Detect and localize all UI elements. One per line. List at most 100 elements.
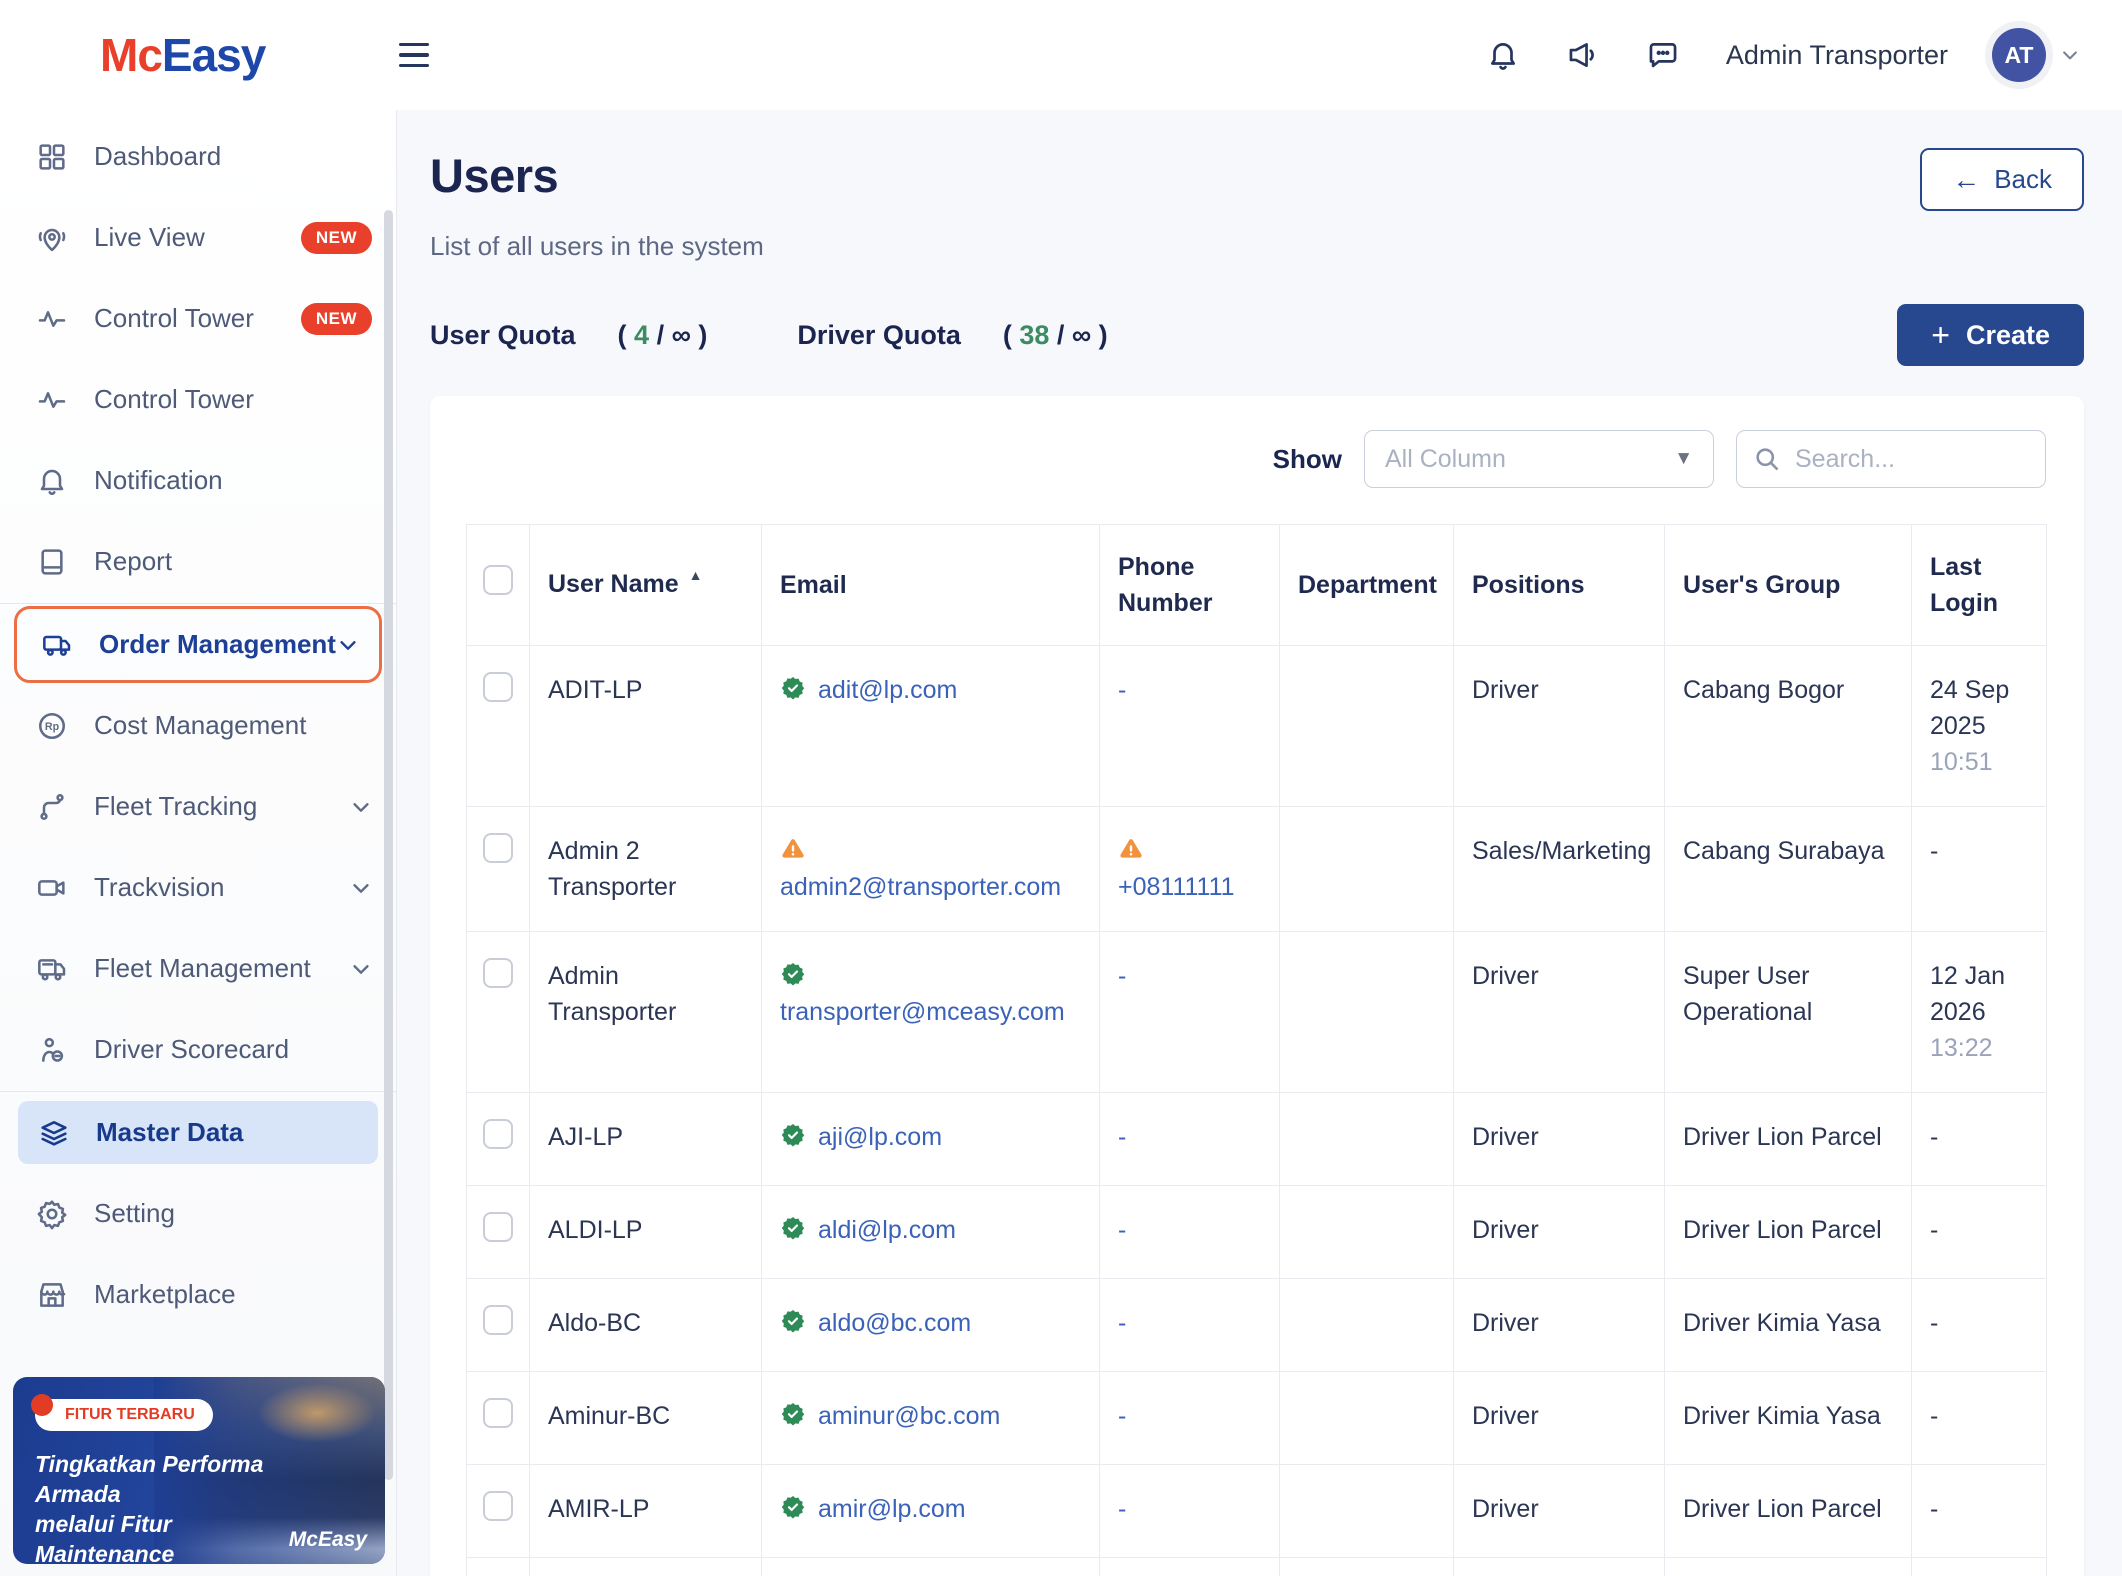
sidebar-divider (0, 603, 396, 604)
cell-phone-number: - (1099, 1464, 1280, 1558)
cell-users-group: Cabang Bogor (1664, 645, 1912, 807)
table-row: ALDI-LP aldi@lp.com - Driver Driver Lion Par… (466, 1185, 2047, 1279)
email-link[interactable]: amir@lp.com (818, 1495, 966, 1523)
quota-label: Driver Quota (797, 319, 961, 350)
rupiah-circle-icon: Rp (36, 710, 68, 742)
sidebar-item-fleet-management[interactable]: Fleet Management (0, 928, 396, 1009)
sidebar-item-fleet-tracking[interactable]: Fleet Tracking (0, 766, 396, 847)
phone-value: - (1118, 962, 1127, 990)
sidebar-item-notification[interactable]: Notification (0, 440, 396, 521)
cell-users-group: Driver Kimia Yasa (1664, 1557, 1912, 1576)
cell-last-login: - (1911, 1185, 2047, 1279)
quota-value: ( 4 / ∞ ) (617, 319, 708, 350)
cell-user-name: ADIT-LP (529, 645, 762, 807)
mceasy-logo[interactable]: McEasy (100, 28, 266, 82)
verified-badge-icon (780, 961, 806, 987)
quota-row: User Quota ( 4 / ∞ ) Driver Quota ( 38 / ∞ … (430, 304, 2084, 366)
last-login-date: - (1930, 1216, 1939, 1244)
verified-badge-icon (780, 675, 806, 701)
table-row: Admin Transporter transporter@mceasy.com -… (466, 931, 2047, 1093)
sidebar-item-control-tower[interactable]: Control Tower (0, 359, 396, 440)
quota-driver-quota: Driver Quota ( 38 / ∞ ) (797, 320, 1107, 351)
sidebar-item-master-data[interactable]: Master Data (18, 1101, 378, 1164)
column-header-user-s-group: User's Group (1664, 524, 1912, 646)
grid-icon (36, 141, 68, 173)
chevron-down-icon[interactable] (2060, 45, 2080, 65)
search-icon (1756, 448, 1779, 471)
sidebar-item-driver-scorecard[interactable]: Driver Scorecard (0, 1009, 396, 1090)
row-checkbox[interactable] (483, 1398, 513, 1428)
avatar[interactable]: AT (1992, 28, 2046, 82)
new-badge: NEW (300, 302, 372, 335)
cell-users-group: Driver Lion Parcel (1664, 1092, 1912, 1186)
column-header-user-name[interactable]: User Name ▲ (529, 524, 762, 646)
cell-users-group: Driver Lion Parcel (1664, 1464, 1912, 1558)
email-link[interactable]: transporter@mceasy.com (780, 998, 1065, 1026)
email-link[interactable]: admin2@transporter.com (780, 873, 1061, 901)
sidebar-scrollbar[interactable] (384, 210, 393, 1480)
cell-user-name: Anto-BC (529, 1557, 762, 1576)
cell-user-name: AJI-LP (529, 1092, 762, 1186)
email-link[interactable]: aminur@bc.com (818, 1402, 1000, 1430)
chat-message-icon[interactable] (1646, 38, 1680, 72)
logo-mc: Mc (100, 29, 163, 81)
sidebar-item-dashboard[interactable]: Dashboard (0, 116, 396, 197)
plus-icon: + (1931, 317, 1950, 353)
verified-badge-icon (780, 1122, 806, 1148)
row-checkbox[interactable] (483, 1305, 513, 1335)
select-all-checkbox[interactable] (483, 565, 513, 595)
sidebar-item-order-management[interactable]: Order Management (14, 606, 382, 683)
sort-ascending-icon[interactable]: ▲ (689, 567, 703, 583)
email-link[interactable]: aldo@bc.com (818, 1309, 971, 1337)
row-checkbox[interactable] (483, 1119, 513, 1149)
column-header-email: Email (761, 524, 1100, 646)
row-checkbox[interactable] (483, 1491, 513, 1521)
column-header-positions: Positions (1453, 524, 1665, 646)
last-login-date: 24 Sep 2025 (1930, 676, 2010, 740)
email-link[interactable]: aji@lp.com (818, 1123, 942, 1151)
cell-department (1279, 645, 1454, 807)
sidebar-item-control-tower[interactable]: Control Tower NEW (0, 278, 396, 359)
sidebar-item-cost-management[interactable]: Rp Cost Management (0, 685, 396, 766)
row-checkbox[interactable] (483, 672, 513, 702)
activity-icon (36, 303, 68, 335)
row-checkbox[interactable] (483, 1212, 513, 1242)
search-input[interactable] (1795, 444, 2025, 474)
sidebar-item-setting[interactable]: Setting (0, 1173, 396, 1254)
sidebar-item-label: Order Management (99, 629, 336, 659)
cell-last-login: - (1911, 1557, 2047, 1576)
email-link[interactable]: adit@lp.com (818, 676, 957, 704)
email-link[interactable]: aldi@lp.com (818, 1216, 956, 1244)
sidebar-item-live-view[interactable]: Live View NEW (0, 197, 396, 278)
header-actions: Admin Transporter AT (1486, 28, 2080, 82)
row-checkbox[interactable] (483, 958, 513, 988)
warning-badge-icon (1118, 836, 1144, 862)
sidebar-item-report[interactable]: Report (0, 521, 396, 602)
select-all-checkbox-cell[interactable] (466, 524, 530, 646)
cell-phone-number: - (1099, 1557, 1280, 1576)
back-button[interactable]: ← Back (1920, 148, 2084, 211)
row-checkbox-cell (466, 1278, 530, 1372)
row-checkbox[interactable] (483, 833, 513, 863)
cell-last-login: - (1911, 1371, 2047, 1465)
warning-badge-icon (780, 836, 806, 862)
cell-email: aldi@lp.com (761, 1185, 1100, 1279)
table-body: ADIT-LP adit@lp.com - Driver Cabang Bogor 24 … (466, 645, 2047, 1576)
sidebar-item-marketplace[interactable]: Marketplace (0, 1254, 396, 1335)
cell-phone-number: - (1099, 645, 1280, 807)
cell-phone-number: - (1099, 1278, 1280, 1372)
promo-banner[interactable]: FITUR TERBARU Tingkatkan Performa Armada… (13, 1377, 385, 1564)
hamburger-menu-icon[interactable] (393, 37, 435, 74)
column-filter-select[interactable]: All Column ▼ (1364, 430, 1714, 488)
chevron-down-icon (350, 796, 372, 818)
create-button[interactable]: + Create (1897, 304, 2084, 366)
announcements-megaphone-icon[interactable] (1566, 38, 1600, 72)
cell-department (1279, 806, 1454, 932)
search-box (1736, 430, 2046, 488)
sidebar-item-trackvision[interactable]: Trackvision (0, 847, 396, 928)
phone-value: - (1118, 1402, 1127, 1430)
phone-value: - (1118, 1309, 1127, 1337)
notification-bell-icon[interactable] (1486, 38, 1520, 72)
activity-icon (36, 384, 68, 416)
cell-users-group: Super User Operational (1664, 931, 1912, 1093)
